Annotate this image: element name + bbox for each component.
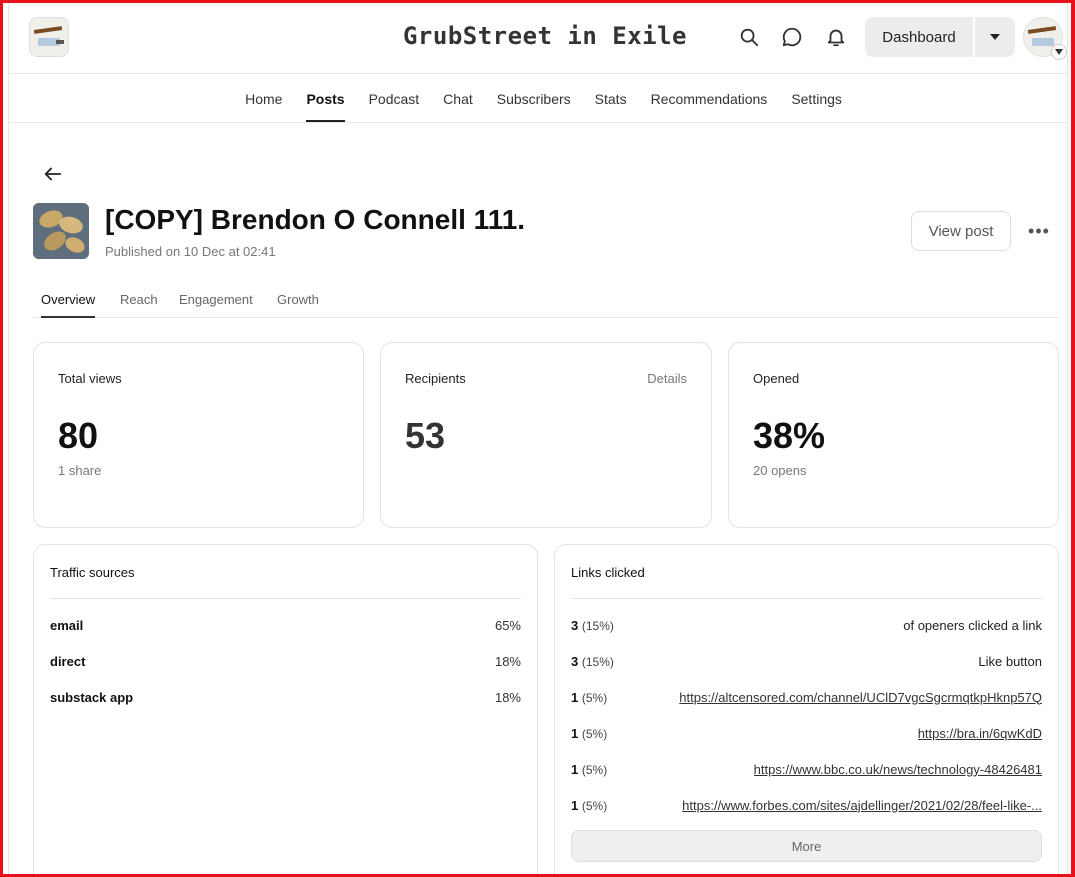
traffic-row: email 65% <box>50 615 521 635</box>
link-row: 3 (15%) Like button <box>571 651 1042 671</box>
link-click-count: 3 (15%) <box>571 653 614 669</box>
link-click-count: 1 (5%) <box>571 725 608 741</box>
traffic-source-percent: 18% <box>494 689 521 705</box>
traffic-row: direct 18% <box>50 651 521 671</box>
link-click-count: 1 (5%) <box>571 761 608 777</box>
traffic-source-percent: 18% <box>494 653 521 669</box>
nav-item-podcast[interactable]: Podcast <box>369 74 420 122</box>
nav-item-stats[interactable]: Stats <box>595 74 627 122</box>
opened-label: Opened <box>753 371 800 386</box>
back-arrow-icon[interactable] <box>42 163 64 185</box>
link-click-count: 3 (15%) <box>571 617 614 633</box>
tab-engagement[interactable]: Engagement <box>179 292 253 307</box>
post-stats-tabs: Overview Reach Engagement Growth <box>33 284 1059 318</box>
traffic-row: substack app 18% <box>50 687 521 707</box>
links-clicked-title: Links clicked <box>571 565 645 580</box>
dashboard-dropdown-button[interactable] <box>975 17 1015 57</box>
avatar-menu-caret[interactable] <box>1051 44 1067 60</box>
link-row: 1 (5%) https://www.forbes.com/sites/ajde… <box>571 795 1042 815</box>
main-nav: Home Posts Podcast Chat Subscribers Stat… <box>9 74 1068 123</box>
opened-card: Opened 38% 20 opens <box>728 342 1059 528</box>
post-thumbnail-image-icon <box>33 203 89 259</box>
post-thumbnail <box>33 203 89 259</box>
nav-item-posts[interactable]: Posts <box>306 74 345 122</box>
caret-down-small-icon <box>1055 49 1063 55</box>
total-views-shares: 1 share <box>58 463 102 478</box>
chat-bubble-icon[interactable] <box>781 26 803 48</box>
dashboard-button[interactable]: Dashboard <box>865 17 973 57</box>
divider <box>50 598 521 599</box>
tab-reach[interactable]: Reach <box>120 292 158 307</box>
traffic-sources-title: Traffic sources <box>50 565 135 580</box>
view-post-button[interactable]: View post <box>911 211 1011 251</box>
nav-item-chat[interactable]: Chat <box>443 74 473 122</box>
link-url[interactable]: https://altcensored.com/channel/UClD7vgc… <box>679 690 1042 705</box>
traffic-sources-panel: Traffic sources email 65% direct 18% sub… <box>33 544 538 877</box>
caret-down-icon <box>990 34 1000 40</box>
recipients-value: 53 <box>405 415 446 456</box>
opened-count: 20 opens <box>753 463 807 478</box>
total-views-label: Total views <box>58 371 122 386</box>
recipients-label: Recipients <box>405 371 466 386</box>
post-title: [COPY] Brendon O Connell 111. <box>105 204 526 235</box>
link-click-count: 1 (5%) <box>571 797 608 813</box>
bell-icon[interactable] <box>825 26 847 48</box>
traffic-source-name: email <box>50 617 84 633</box>
link-row: 1 (5%) https://bra.in/6qwKdD <box>571 723 1042 743</box>
link-row: 1 (5%) https://www.bbc.co.uk/news/techno… <box>571 759 1042 779</box>
more-options-icon[interactable]: ••• <box>1027 219 1051 243</box>
tab-growth[interactable]: Growth <box>277 292 319 307</box>
traffic-source-name: direct <box>50 653 86 669</box>
links-clicked-panel: Links clicked 3 (15%) of openers clicked… <box>554 544 1059 877</box>
link-row: 1 (5%) https://altcensored.com/channel/U… <box>571 687 1042 707</box>
link-target: Like button <box>978 653 1042 669</box>
nav-item-home[interactable]: Home <box>245 74 282 122</box>
search-icon[interactable] <box>738 26 760 48</box>
divider <box>571 598 1042 599</box>
tab-overview[interactable]: Overview <box>41 292 96 318</box>
traffic-source-name: substack app <box>50 689 134 705</box>
total-views-card: Total views 80 1 share <box>33 342 364 528</box>
link-click-count: 1 (5%) <box>571 689 608 705</box>
more-links-button[interactable]: More <box>571 830 1042 862</box>
link-url[interactable]: https://bra.in/6qwKdD <box>918 726 1042 741</box>
nav-item-recommendations[interactable]: Recommendations <box>651 74 768 122</box>
recipients-details-link[interactable]: Details <box>647 371 687 386</box>
top-header: GrubStreet in Exile Dashboard <box>9 0 1068 74</box>
traffic-source-percent: 65% <box>494 617 521 633</box>
nav-item-subscribers[interactable]: Subscribers <box>497 74 571 122</box>
opened-value: 38% <box>753 415 826 456</box>
recipients-card: Recipients Details 53 <box>380 342 712 528</box>
link-url[interactable]: https://www.bbc.co.uk/news/technology-48… <box>754 762 1042 777</box>
link-row: 3 (15%) of openers clicked a link <box>571 615 1042 635</box>
total-views-value: 80 <box>58 415 99 456</box>
post-published-date: Published on 10 Dec at 02:41 <box>105 244 276 259</box>
nav-item-settings[interactable]: Settings <box>791 74 842 122</box>
link-target: of openers clicked a link <box>903 617 1042 633</box>
link-url[interactable]: https://www.forbes.com/sites/ajdellinger… <box>682 798 1042 813</box>
